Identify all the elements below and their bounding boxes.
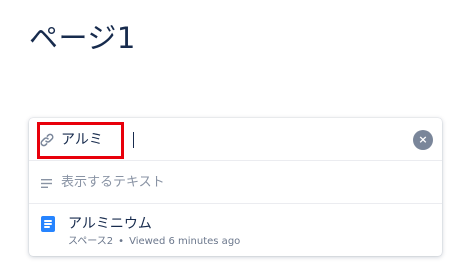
- link-icon: [40, 133, 54, 147]
- text-lines-icon: [41, 179, 52, 188]
- results-list: アルミニウム スペース2 • Viewed 6 minutes ago: [29, 205, 442, 256]
- meta-separator: •: [118, 236, 125, 247]
- result-meta: スペース2 • Viewed 6 minutes ago: [68, 235, 240, 249]
- page-title: ページ1: [29, 21, 136, 55]
- clear-icon: ×: [418, 133, 428, 146]
- page-icon: [41, 216, 55, 232]
- url-search-input[interactable]: [61, 128, 401, 152]
- display-text-input[interactable]: [61, 171, 421, 195]
- result-title: アルミニウム: [68, 216, 152, 232]
- list-item[interactable]: アルミニウム スペース2 • Viewed 6 minutes ago: [29, 205, 442, 256]
- text-caret: [133, 132, 134, 148]
- url-row: ×: [29, 118, 442, 161]
- clear-input-button[interactable]: ×: [413, 130, 433, 150]
- result-space: スペース2: [68, 236, 114, 247]
- result-viewed-time: Viewed 6 minutes ago: [129, 236, 241, 247]
- display-text-row: [29, 162, 442, 204]
- link-dialog: × アルミニウム スペース2 • Viewed 6 minutes ago: [29, 118, 442, 256]
